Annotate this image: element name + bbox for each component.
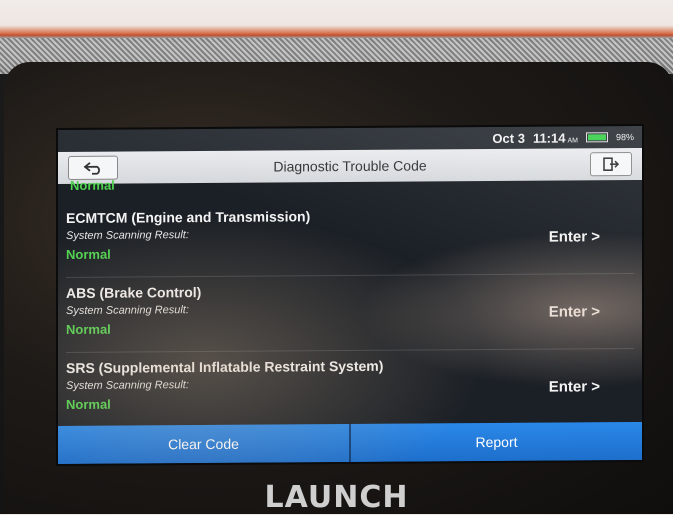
scan-result-label: System Scanning Result: [66,229,189,242]
status-time-wrap: 11:14 AM [533,130,578,145]
enter-button[interactable]: Enter > [549,303,600,320]
brand-logo: LAUNCH [264,480,409,515]
status-time: 11:14 [532,129,566,146]
enter-button[interactable]: Enter > [549,378,600,395]
battery-percent: 98% [615,132,634,143]
divider [66,273,634,278]
top-partial-status: Normal [70,177,115,193]
scan-result-value: Normal [66,396,111,412]
title-bar: Diagnostic Trouble Code [58,147,642,185]
bottom-action-bar: Clear Code Report [58,421,642,465]
enter-button[interactable]: Enter > [549,228,600,245]
scan-result-value: Normal [66,246,111,262]
device-case-rim [0,0,673,42]
list-item[interactable]: ABS (Brake Control) System Scanning Resu… [58,281,642,355]
exit-button[interactable] [590,152,632,177]
page-title: Diagnostic Trouble Code [273,157,427,175]
back-button[interactable] [68,155,118,180]
scan-result-label: System Scanning Result: [66,379,189,392]
scan-result-label: System Scanning Result: [66,304,189,317]
system-name: ABS (Brake Control) [66,284,202,301]
clear-code-button[interactable]: Clear Code [58,424,349,465]
exit-icon [603,157,619,172]
list-item[interactable]: SRS (Supplemental Inflatable Restraint S… [58,356,642,430]
report-button[interactable]: Report [351,421,642,462]
device-screen: Oct 3 11:14 AM 98% Diagnostic Trouble Cod… [58,125,642,465]
status-time-suffix: AM [567,136,578,144]
status-date: Oct 3 [492,130,525,146]
system-name: SRS (Supplemental Inflatable Restraint S… [66,357,384,376]
battery-icon [585,132,608,143]
system-name: ECMTCM (Engine and Transmission) [66,208,311,226]
battery-fill [587,134,606,141]
back-arrow-icon [83,162,100,175]
scan-result-value: Normal [66,321,111,337]
divider [66,348,634,353]
list-item[interactable]: ECMTCM (Engine and Transmission) System … [58,206,642,280]
